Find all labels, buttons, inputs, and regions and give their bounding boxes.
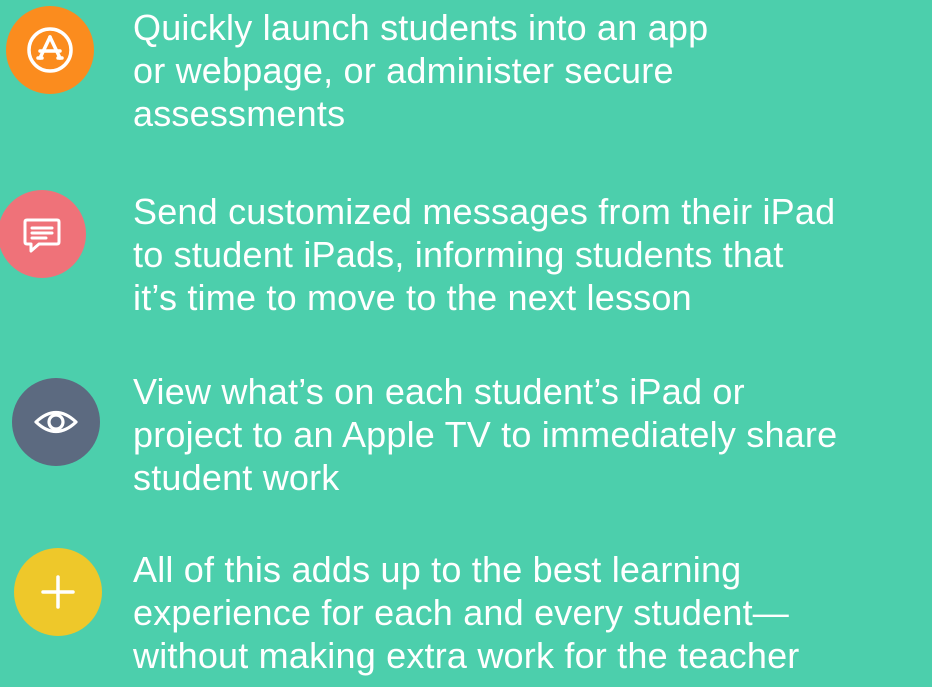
feature-text-summary: All of this adds up to the best learning… xyxy=(133,549,800,676)
feature-text-view-screens: View what’s on each student’s iPad or pr… xyxy=(133,371,838,498)
feature-list: Quickly launch students into an app or w… xyxy=(0,0,932,687)
feature-text-send-messages: Send customized messages from their iPad… xyxy=(133,191,836,318)
message-icon xyxy=(0,190,86,278)
feature-text-launch-apps: Quickly launch students into an app or w… xyxy=(133,7,709,134)
eye-icon xyxy=(12,378,100,466)
plus-icon xyxy=(14,548,102,636)
app-store-icon xyxy=(6,6,94,94)
